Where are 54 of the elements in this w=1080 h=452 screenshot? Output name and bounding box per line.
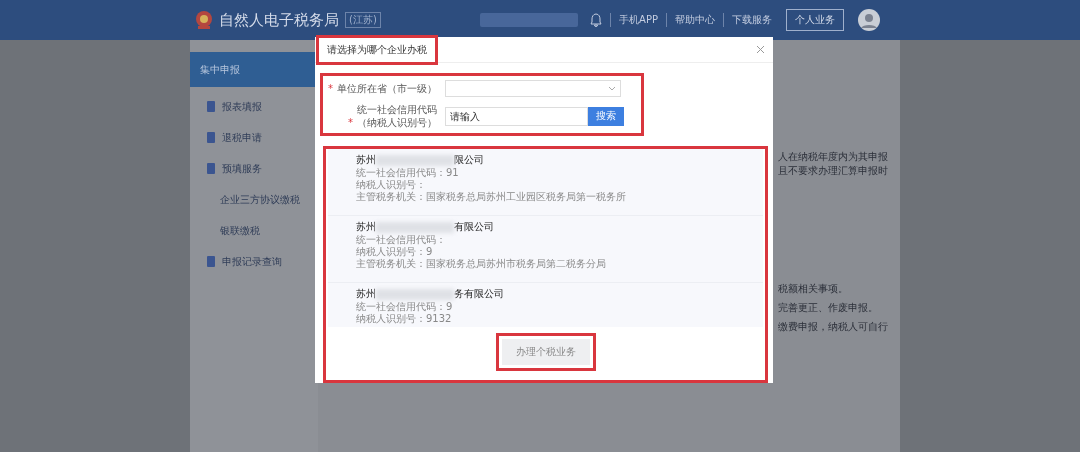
note-text: 完善更正、作废申报。: [778, 301, 878, 315]
document-icon: [206, 101, 216, 112]
company-detail: 纳税人识别号：9132: [356, 313, 453, 325]
document-icon: [206, 256, 216, 267]
nav-link[interactable]: 帮助中心: [666, 13, 723, 27]
section-tab[interactable]: 集中申报: [190, 52, 318, 87]
note-text: 税额相关事项。: [778, 282, 848, 296]
search-field[interactable]: [480, 13, 579, 27]
company-detail: 纳税人识别号：9: [356, 246, 434, 258]
company-detail: 统一社会信用代码：9: [356, 301, 454, 313]
sidebar-item[interactable]: 报表填报: [190, 91, 318, 122]
sidebar-item[interactable]: 申报记录查询: [190, 246, 318, 277]
sidebar-item[interactable]: 退税申请: [190, 122, 318, 153]
sidebar-item[interactable]: 企业三方协议缴税: [190, 184, 318, 215]
company-name: 苏州: [356, 220, 376, 234]
company-name: 务有限公司: [454, 287, 504, 301]
document-icon: [206, 163, 216, 174]
confirm-button[interactable]: 办理个税业务: [501, 339, 590, 365]
emblem-icon: [195, 10, 213, 30]
bell-icon[interactable]: [590, 13, 603, 27]
dialog-title: 请选择为哪个企业办税: [316, 34, 438, 65]
required-mark: *: [348, 117, 353, 128]
company-name: 苏州: [356, 287, 376, 301]
required-mark: *: [328, 83, 333, 94]
region-tag: (江苏): [345, 12, 381, 28]
company-name: 苏州: [356, 153, 376, 167]
personal-business-button[interactable]: 个人业务: [786, 9, 844, 31]
avatar-icon[interactable]: [858, 9, 880, 31]
note-text: 缴费申报，纳税人可自行: [778, 320, 888, 334]
sidebar-item[interactable]: 预填服务: [190, 153, 318, 184]
company-detail: 主管税务机关：国家税务总局苏州工业园区税务局第一税务所: [356, 191, 627, 203]
company-detail: 统一社会信用代码：: [356, 234, 447, 246]
note-text: 且不要求办理汇算申报时: [778, 164, 888, 178]
document-icon: [206, 132, 216, 143]
company-name: 限公司: [454, 153, 484, 167]
item-label: 退税申请: [222, 130, 262, 145]
field-label: 单位所在省（市一级）: [337, 83, 437, 94]
code-input[interactable]: 请输入: [445, 106, 588, 126]
item-label: 申报记录查询: [222, 254, 282, 269]
field-label: 统一社会信用代码 （纳税人识别号）: [357, 103, 437, 129]
nav-link[interactable]: 下载服务: [723, 13, 780, 27]
company-detail: 统一社会信用代码：91: [356, 167, 460, 179]
search-button[interactable]: 搜索: [588, 106, 624, 126]
company-detail: 主管税务机关：国家税务总局苏州市税务局第二税务分局: [356, 258, 607, 270]
note-text: 人在纳税年度内为其申报: [778, 150, 888, 164]
close-icon[interactable]: [756, 45, 765, 54]
chevron-icon: [608, 86, 616, 91]
company-detail: 纳税人识别号：: [356, 179, 427, 191]
item-label: 报表填报: [222, 99, 262, 114]
site-title: 自然人电子税务局: [219, 10, 339, 30]
item-label: 预填服务: [222, 161, 262, 176]
company-name: 有限公司: [454, 220, 494, 234]
sidebar-item[interactable]: 银联缴税: [190, 215, 318, 246]
nav-link[interactable]: 手机APP: [610, 13, 666, 27]
